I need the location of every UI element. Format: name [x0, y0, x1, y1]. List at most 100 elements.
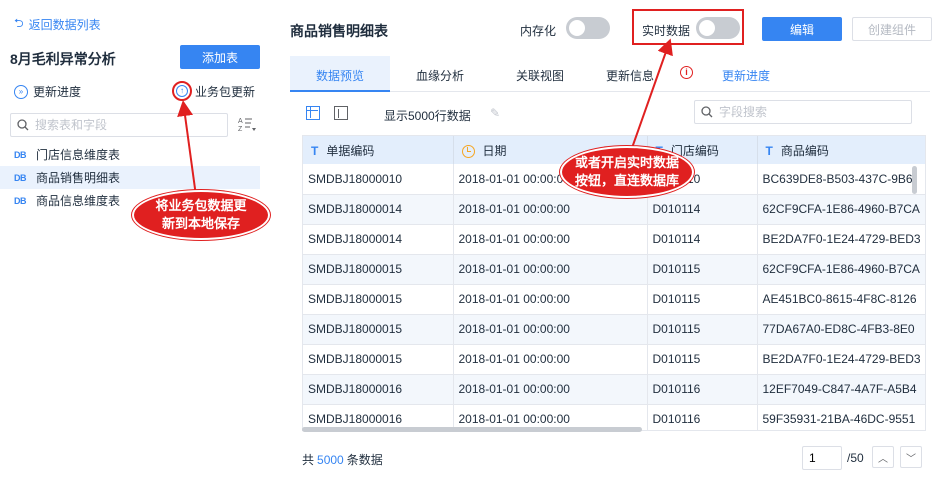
table-cell[interactable]: 62CF9CFA-1E86-4960-B7CA: [757, 254, 925, 285]
page-up-button[interactable]: ︿: [872, 446, 894, 468]
table-cell[interactable]: 2018-01-01 00:00:00: [453, 374, 648, 405]
add-table-button[interactable]: 添加表: [180, 45, 260, 69]
toggle-knob: [569, 20, 585, 36]
tab-update-progress[interactable]: 更新进度: [706, 56, 786, 92]
column-header[interactable]: T 商品编码: [757, 136, 925, 164]
table-cell[interactable]: D010116: [647, 374, 758, 405]
table-body: SMDBJ180000102018-01-01 00:00:00D010110B…: [303, 164, 925, 430]
tab-data-preview[interactable]: 数据预览: [290, 56, 390, 92]
table-cell[interactable]: D010115: [647, 344, 758, 375]
text-type-icon: T: [765, 143, 773, 158]
table-title: 商品销售明细表: [290, 23, 388, 39]
search-icon: [17, 119, 29, 131]
table-row: SMDBJ18000014 2018-01-01 00:00:00 D010114 B…: [303, 224, 925, 255]
create-component-button[interactable]: 创建组件: [852, 17, 932, 41]
table-toolbar: 显示5000行数据 ✎: [290, 98, 930, 128]
table-cell[interactable]: 2018-01-01 00:00:00: [453, 254, 648, 285]
table-cell[interactable]: SMDBJ18000010: [303, 164, 454, 195]
highlight-circle: ↑: [172, 81, 192, 101]
memory-toggle[interactable]: [566, 17, 610, 39]
text-type-icon: T: [311, 143, 319, 158]
table-cell[interactable]: D010115: [647, 254, 758, 285]
tab-update-info[interactable]: 更新信息: [590, 56, 670, 92]
tab-bar: 数据预览 血缘分析 关联视图 更新信息 i 更新进度: [290, 56, 930, 92]
back-arrow-icon: ⮌: [14, 16, 24, 30]
database-icon: DB: [14, 172, 27, 183]
column-header[interactable]: T 单据编码: [303, 136, 454, 164]
table-row: SMDBJ18000015 2018-01-01 00:00:00 D010115 6…: [303, 254, 925, 285]
annotation-bubble-package-update: 将业务包数据更 新到本地保存: [132, 190, 270, 240]
table-cell[interactable]: 77DA67A0-ED8C-4FB3-8E0: [757, 314, 925, 345]
table-cell[interactable]: 2018-01-01 00:00:00: [453, 344, 648, 375]
clock-icon: [461, 144, 475, 158]
app-root: ⮌ 返回数据列表 8月毛利异常分析 添加表 » 更新进度 ↑ 业务包更新 A Z: [0, 0, 940, 478]
table-cell[interactable]: SMDBJ18000016: [303, 374, 454, 405]
vertical-scrollbar[interactable]: [912, 166, 917, 194]
table-cell[interactable]: SMDBJ18000015: [303, 284, 454, 315]
page-number-input[interactable]: [802, 446, 842, 470]
realtime-toggle[interactable]: [696, 17, 740, 39]
annotation-line: 或者开启实时数据: [574, 155, 679, 170]
table-cell[interactable]: AE451BC0-8615-4F8C-8126: [757, 284, 925, 315]
table-list-item-selected[interactable]: DB 商品销售明细表: [0, 166, 260, 189]
table-cell[interactable]: SMDBJ18000015: [303, 314, 454, 345]
table-cell[interactable]: SMDBJ18000015: [303, 254, 454, 285]
table-cell[interactable]: D010115: [647, 314, 758, 345]
annotation-line: 将业务包数据更: [155, 198, 247, 213]
table-footer: 共5000条数据 /50 ︿ ﹀: [302, 446, 926, 472]
back-label: 返回数据列表: [28, 18, 101, 32]
page-down-button[interactable]: ﹀: [900, 446, 922, 468]
back-to-list-link[interactable]: ⮌ 返回数据列表: [14, 14, 101, 35]
table-cell[interactable]: 2018-01-01 00:00:00: [453, 194, 648, 225]
table-cell[interactable]: D010114: [647, 224, 758, 255]
package-update-label: 业务包更新: [195, 84, 256, 99]
page-total: /50: [847, 451, 864, 465]
field-search-input[interactable]: [719, 105, 899, 119]
table-cell[interactable]: BE2DA7F0-1E24-4729-BED3: [757, 224, 925, 255]
column-header-label: 日期: [482, 143, 507, 158]
total-suffix: 条数据: [346, 453, 383, 467]
table-cell[interactable]: 59F35931-21BA-46DC-9551: [757, 404, 925, 430]
right-panel: 商品销售明细表 内存化 实时数据 编辑 创建组件 数据预览 血缘分析 关联视图 …: [276, 0, 940, 478]
table-cell[interactable]: D010114: [647, 194, 758, 225]
left-panel: ⮌ 返回数据列表 8月毛利异常分析 添加表 » 更新进度 ↑ 业务包更新 A Z: [0, 0, 276, 478]
table-search-box: [10, 113, 228, 137]
table-cell[interactable]: D010116: [647, 404, 758, 430]
memory-toggle-label: 内存化: [520, 24, 557, 38]
total-prefix: 共: [302, 453, 315, 467]
table-row: SMDBJ18000016 2018-01-01 00:00:00 D010116 1…: [303, 374, 925, 405]
row-count-label: 显示5000行数据: [384, 109, 471, 123]
column-header-label: 商品编码: [780, 143, 829, 158]
tab-related-view[interactable]: 关联视图: [500, 56, 580, 92]
table-cell[interactable]: 2018-01-01 00:00:00: [453, 224, 648, 255]
column-header-label: 单据编码: [326, 143, 375, 158]
table-cell[interactable]: D010115: [647, 284, 758, 315]
table-cell[interactable]: SMDBJ18000014: [303, 224, 454, 255]
table-list-item[interactable]: DB 门店信息维度表: [0, 143, 260, 166]
edit-button[interactable]: 编辑: [762, 17, 842, 41]
pencil-icon[interactable]: ✎: [490, 106, 500, 120]
table-cell[interactable]: 12EF7049-C847-4A7F-A5B4: [757, 374, 925, 405]
database-icon: DB: [14, 195, 27, 206]
total-number: 5000: [317, 453, 344, 467]
table-cell[interactable]: SMDBJ18000014: [303, 194, 454, 225]
table-cell[interactable]: BC639DE8-B503-437C-9B6: [757, 164, 925, 195]
package-update-button[interactable]: ↑ 业务包更新: [172, 81, 255, 101]
table-cell[interactable]: SMDBJ18000015: [303, 344, 454, 375]
table-search-input[interactable]: [35, 118, 215, 132]
table-row: SMDBJ18000015 2018-01-01 00:00:00 D010115 B…: [303, 344, 925, 375]
toggle-knob: [699, 20, 715, 36]
sort-icon[interactable]: A Z: [238, 116, 258, 135]
layout-icon[interactable]: [334, 106, 348, 120]
grid-view-icon[interactable]: [306, 106, 320, 120]
chevron-up-icon: ︿: [878, 453, 888, 465]
table-cell[interactable]: 62CF9CFA-1E86-4960-B7CA: [757, 194, 925, 225]
horizontal-scrollbar[interactable]: [302, 427, 642, 432]
realtime-toggle-label: 实时数据: [642, 24, 691, 38]
table-cell[interactable]: 2018-01-01 00:00:00: [453, 314, 648, 345]
table-cell[interactable]: BE2DA7F0-1E24-4729-BED3: [757, 344, 925, 375]
tab-lineage[interactable]: 血缘分析: [400, 56, 480, 92]
table-row: SMDBJ18000014 2018-01-01 00:00:00 D010114 6…: [303, 194, 925, 225]
update-progress-link[interactable]: » 更新进度: [14, 83, 81, 100]
table-cell[interactable]: 2018-01-01 00:00:00: [453, 284, 648, 315]
